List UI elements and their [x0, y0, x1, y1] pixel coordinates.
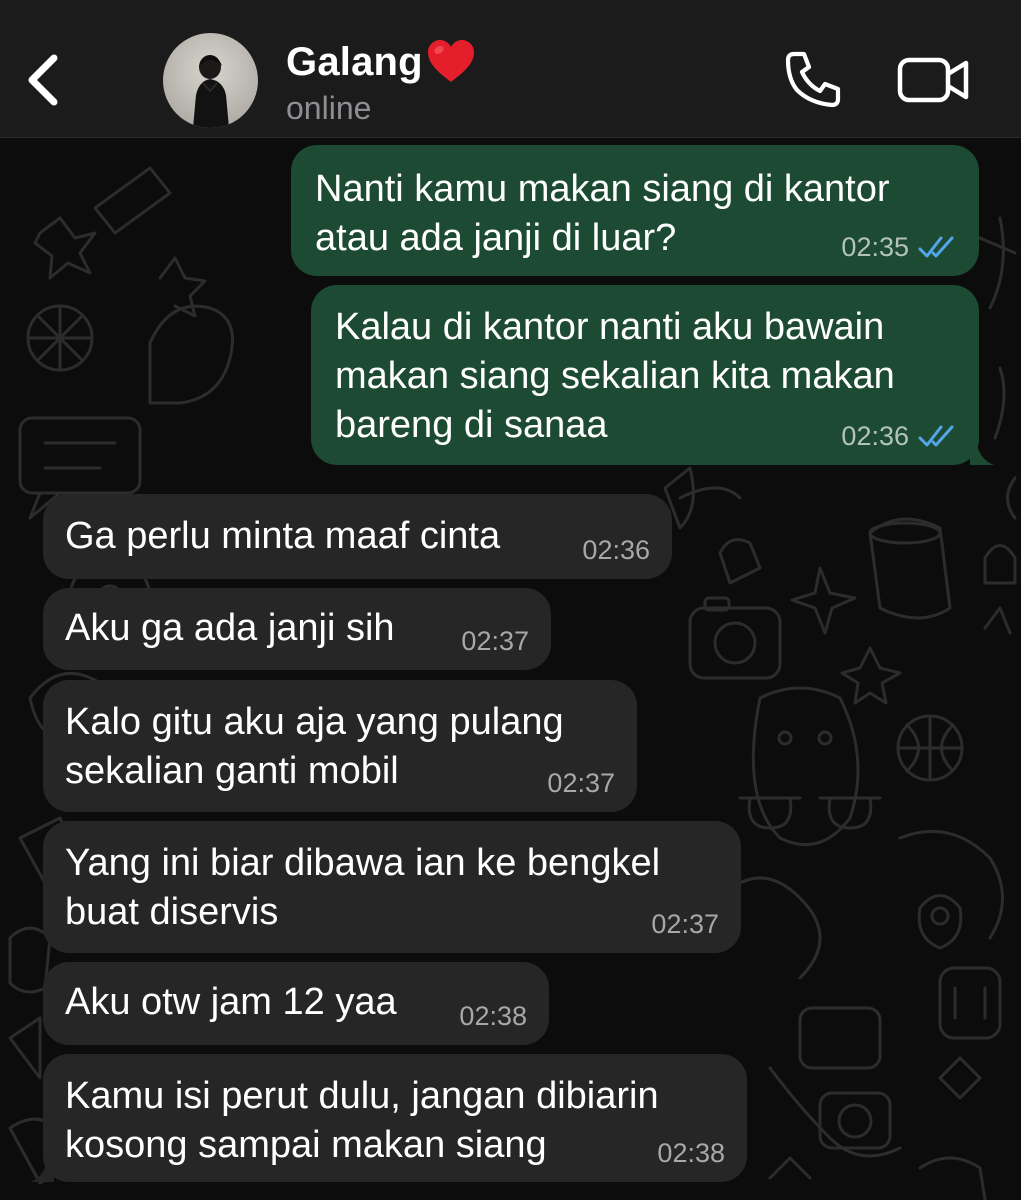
message-time: 02:38	[657, 1138, 725, 1168]
message-bubble-outgoing[interactable]: Kalau di kantor nanti aku bawain makan s…	[311, 285, 979, 465]
message-meta: 02:36	[582, 535, 650, 565]
message-meta: 02:36	[841, 421, 957, 451]
message-list[interactable]: Nanti kamu makan siang di kantor atau ad…	[0, 138, 1021, 1200]
message-time: 02:38	[459, 1001, 527, 1031]
message-bubble-incoming[interactable]: Yang ini biar dibawa ian ke bengkel buat…	[43, 821, 741, 953]
message-meta: 02:37	[651, 909, 719, 939]
message-time: 02:36	[841, 421, 909, 451]
message-time: 02:37	[461, 626, 529, 656]
message-bubble-incoming[interactable]: Aku otw jam 12 yaa 02:38	[43, 962, 549, 1045]
message-bubble-incoming[interactable]: Kalo gitu aku aja yang pulang sekalian g…	[43, 680, 637, 812]
message-text: Aku ga ada janji sih	[65, 607, 395, 649]
message-time: 02:37	[547, 768, 615, 798]
message-time: 02:37	[651, 909, 719, 939]
contact-avatar[interactable]	[163, 33, 258, 128]
voice-call-button[interactable]	[782, 48, 844, 110]
message-meta: 02:38	[657, 1138, 725, 1168]
chat-screen: Galang online Nanti kamu makan siang di …	[0, 0, 1021, 1200]
message-bubble-incoming[interactable]: Ga perlu minta maaf cinta 02:36	[43, 494, 672, 579]
message-text: Yang ini biar dibawa ian ke bengkel buat…	[65, 842, 661, 933]
message-bubble-incoming[interactable]: Kamu isi perut dulu, jangan dibiarin kos…	[43, 1054, 747, 1182]
back-button[interactable]	[20, 44, 68, 116]
red-heart-icon	[427, 40, 474, 82]
contact-name[interactable]: Galang	[286, 38, 477, 86]
message-text: Aku otw jam 12 yaa	[65, 981, 397, 1023]
avatar-photo	[163, 33, 258, 128]
phone-icon	[785, 51, 841, 108]
message-text: Kalo gitu aku aja yang pulang sekalian g…	[65, 701, 564, 792]
chat-header: Galang online	[0, 0, 1021, 138]
double-check-read-icon	[918, 425, 954, 447]
message-meta: 02:38	[459, 1001, 527, 1031]
message-meta: 02:37	[547, 768, 615, 798]
chevron-left-icon	[28, 54, 58, 106]
contact-name-text: Galang	[286, 39, 423, 84]
bubble-tail-incoming	[30, 1156, 54, 1182]
double-check-read-icon	[918, 236, 954, 258]
video-call-button[interactable]	[896, 50, 972, 110]
message-meta: 02:37	[461, 626, 529, 656]
message-meta: 02:35	[841, 232, 957, 262]
message-text: Kamu isi perut dulu, jangan dibiarin kos…	[65, 1075, 659, 1166]
message-time: 02:35	[841, 232, 909, 262]
contact-status: online	[286, 90, 372, 126]
message-bubble-incoming[interactable]: Aku ga ada janji sih 02:37	[43, 588, 551, 670]
message-bubble-outgoing[interactable]: Nanti kamu makan siang di kantor atau ad…	[291, 145, 979, 276]
bubble-tail-outgoing	[970, 439, 994, 465]
video-camera-icon	[897, 57, 969, 103]
message-text: Ga perlu minta maaf cinta	[65, 515, 501, 557]
message-time: 02:36	[582, 535, 650, 565]
